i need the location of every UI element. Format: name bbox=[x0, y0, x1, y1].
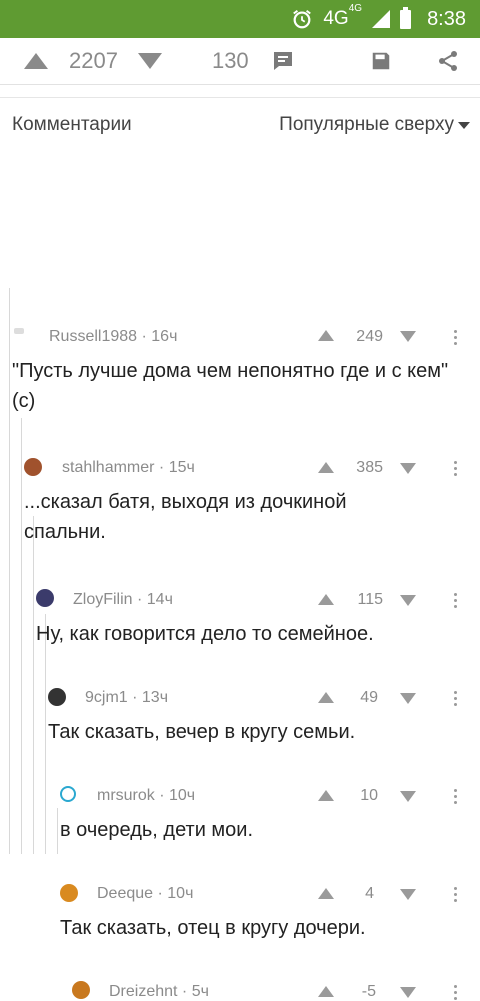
post-action-bar: 2207 130 bbox=[0, 38, 480, 85]
comment-author[interactable]: ZloyFilin bbox=[73, 591, 133, 608]
comment-meta: ZloyFilin · 14ч bbox=[73, 591, 173, 608]
comment-time: 5ч bbox=[191, 983, 209, 1000]
more-menu-icon[interactable] bbox=[454, 887, 458, 902]
avatar[interactable] bbox=[48, 688, 66, 706]
comment-downvote-icon[interactable] bbox=[400, 331, 416, 342]
comment-text: Так сказать, отец в кругу дочери. bbox=[60, 917, 366, 939]
battery-icon bbox=[400, 6, 412, 29]
comment-text: ...сказал батя, выходя из дочкиной спаль… bbox=[24, 491, 347, 543]
comment-meta: mrsurok · 10ч bbox=[97, 787, 196, 804]
comment-score: 49 bbox=[360, 689, 378, 706]
comment-meta: Russell1988 · 16ч bbox=[49, 328, 178, 345]
comment-downvote-icon[interactable] bbox=[400, 791, 416, 802]
status-bar: 4G4G 8:38 bbox=[0, 0, 480, 38]
more-menu-icon[interactable] bbox=[454, 691, 458, 706]
comment-author[interactable]: Russell1988 bbox=[49, 328, 137, 345]
thread-line bbox=[57, 808, 58, 854]
comment-author[interactable]: mrsurok bbox=[97, 787, 155, 804]
comment-text: Ну, как говорится дело то семейное. bbox=[36, 623, 374, 645]
comment-meta: Dreizehnt · 5ч bbox=[109, 983, 209, 1000]
more-menu-icon[interactable] bbox=[454, 330, 458, 345]
sort-dropdown[interactable]: Популярные сверху bbox=[279, 114, 470, 136]
avatar[interactable] bbox=[60, 786, 76, 802]
clock: 8:38 bbox=[427, 7, 466, 30]
avatar[interactable] bbox=[24, 458, 42, 476]
avatar[interactable] bbox=[60, 884, 78, 902]
comment-upvote-icon[interactable] bbox=[318, 330, 334, 341]
comment-meta: 9cjm1 · 13ч bbox=[85, 689, 169, 706]
more-menu-icon[interactable] bbox=[454, 593, 458, 608]
network-type: 4G4G bbox=[323, 3, 362, 30]
comment-downvote-icon[interactable] bbox=[400, 889, 416, 900]
comment-time: 14ч bbox=[146, 591, 173, 608]
avatar[interactable] bbox=[72, 981, 90, 999]
comment-score: 10 bbox=[360, 787, 378, 804]
comment-downvote-icon[interactable] bbox=[400, 463, 416, 474]
comment-text: в очередь, дети мои. bbox=[60, 819, 254, 841]
comment-downvote-icon[interactable] bbox=[400, 693, 416, 704]
comments-title: Комментарии bbox=[12, 114, 132, 135]
caret-down-icon bbox=[458, 121, 470, 129]
comment-author[interactable]: Dreizehnt bbox=[109, 983, 177, 1000]
avatar[interactable] bbox=[14, 328, 24, 334]
comments-count: 130 bbox=[211, 48, 249, 73]
more-menu-icon[interactable] bbox=[454, 985, 458, 1000]
comment-icon[interactable] bbox=[271, 49, 295, 73]
comment-text: Так сказать, вечер в кругу семьи. bbox=[48, 721, 356, 743]
comment-score: 249 bbox=[356, 328, 383, 345]
comment-score: 115 bbox=[357, 591, 383, 608]
save-icon[interactable] bbox=[370, 50, 392, 72]
comment-time: 16ч bbox=[151, 328, 178, 345]
comment-time: 10ч bbox=[169, 787, 196, 804]
comment-score: 4 bbox=[365, 885, 374, 902]
comment-time: 15ч bbox=[168, 459, 195, 476]
comment-upvote-icon[interactable] bbox=[318, 986, 334, 997]
thread-line bbox=[45, 614, 46, 854]
comment-upvote-icon[interactable] bbox=[318, 790, 334, 801]
comment-author[interactable]: 9cjm1 bbox=[85, 689, 128, 706]
post-rating: 2207 bbox=[69, 48, 118, 73]
comment-downvote-icon[interactable] bbox=[400, 987, 416, 998]
network-label: 4G bbox=[323, 8, 349, 29]
comment-upvote-icon[interactable] bbox=[318, 692, 334, 703]
sort-label: Популярные сверху bbox=[279, 114, 454, 135]
comment-author[interactable]: Deeque bbox=[97, 885, 153, 902]
share-icon[interactable] bbox=[436, 49, 460, 73]
thread-line bbox=[9, 288, 10, 854]
comment-author[interactable]: stahlhammer bbox=[62, 459, 154, 476]
comment-downvote-icon[interactable] bbox=[400, 595, 416, 606]
comment-score: -5 bbox=[361, 983, 376, 1000]
downvote-icon[interactable] bbox=[137, 53, 162, 69]
alarm-icon bbox=[293, 9, 312, 29]
network-sup: 4G bbox=[348, 2, 363, 14]
comment-upvote-icon[interactable] bbox=[318, 462, 334, 473]
comment-meta: stahlhammer · 15ч bbox=[62, 459, 195, 476]
comment-time: 10ч bbox=[167, 885, 194, 902]
more-menu-icon[interactable] bbox=[454, 461, 458, 476]
comment-upvote-icon[interactable] bbox=[318, 594, 334, 605]
comment-meta: Deeque · 10ч bbox=[97, 885, 194, 902]
thread-line bbox=[33, 516, 34, 854]
signal-icon bbox=[372, 10, 391, 28]
comment-text: "Пусть лучше дома чем непонятно где и с … bbox=[12, 360, 449, 412]
comment-time: 13ч bbox=[141, 689, 169, 706]
avatar[interactable] bbox=[36, 589, 54, 607]
comment-score: 385 bbox=[356, 459, 383, 476]
comment-upvote-icon[interactable] bbox=[318, 888, 334, 899]
thread-line bbox=[21, 418, 22, 854]
upvote-icon[interactable] bbox=[24, 53, 48, 69]
divider bbox=[0, 85, 480, 98]
more-menu-icon[interactable] bbox=[454, 789, 458, 804]
comments-header: Комментарии Популярные сверху bbox=[0, 98, 480, 152]
